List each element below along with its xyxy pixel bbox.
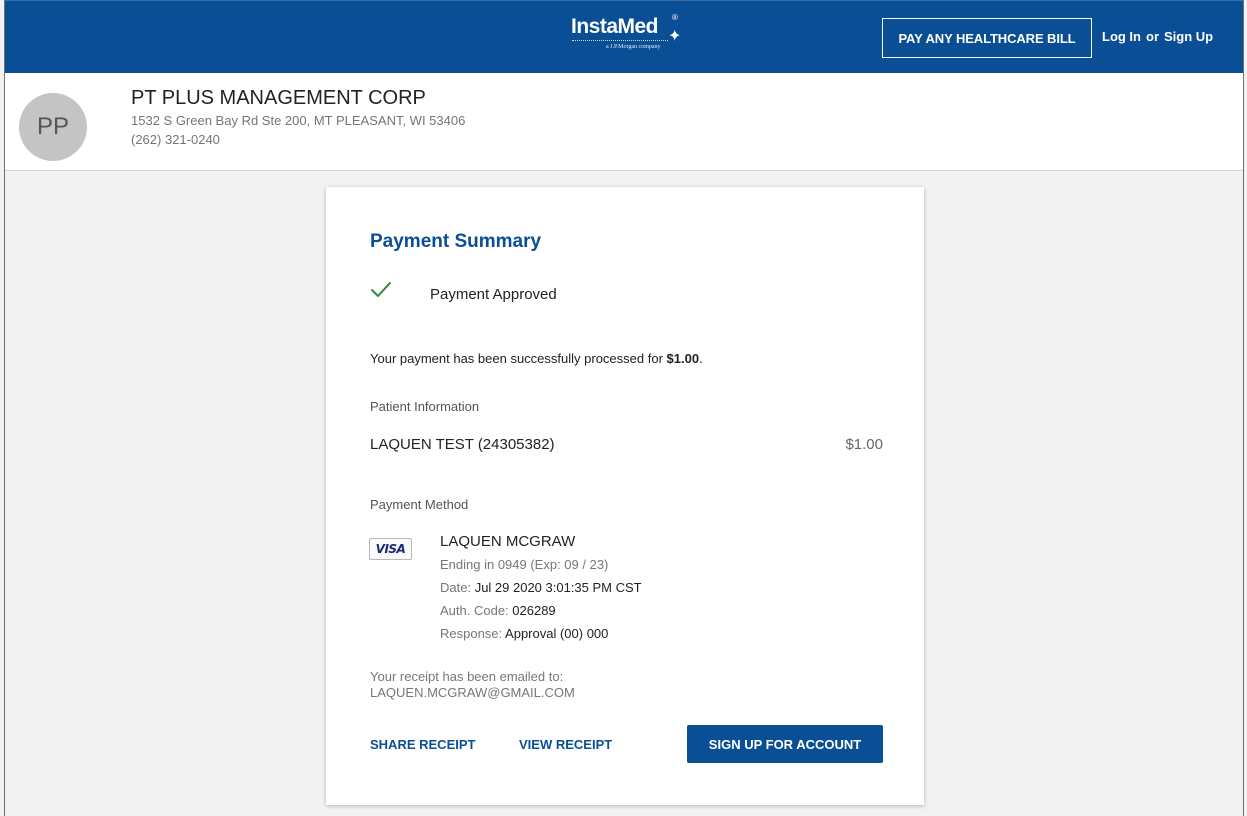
merchant-address: 1532 S Green Bay Rd Ste 200, MT PLEASANT… (131, 113, 466, 128)
response-value: Approval (00) 000 (505, 626, 609, 641)
page-frame: InstaMed ® ✦ a J.P.Morgan company PAY AN… (4, 0, 1244, 816)
auth-code: Auth. Code: 026289 (440, 603, 556, 618)
merchant-avatar: PP (19, 93, 87, 161)
login-link[interactable]: Log In (1102, 29, 1141, 44)
sparkle-icon: ✦ (668, 28, 682, 45)
share-receipt-link[interactable]: SHARE RECEIPT (370, 737, 475, 752)
or-text: or (1146, 29, 1159, 44)
payment-date: Date: Jul 29 2020 3:01:35 PM CST (440, 580, 642, 595)
patient-amount: $1.00 (845, 436, 883, 453)
card-ending: Ending in 0949 (Exp: 09 / 23) (440, 557, 609, 572)
payment-method-label: Payment Method (370, 497, 469, 512)
logo-subtitle: a J.P.Morgan company (606, 44, 661, 50)
view-receipt-link[interactable]: VIEW RECEIPT (519, 737, 612, 752)
receipt-emailed-text: Your receipt has been emailed to: (370, 669, 564, 684)
page-title: Payment Summary (370, 231, 542, 252)
date-value: Jul 29 2020 3:01:35 PM CST (474, 580, 642, 595)
response-label: Response: (440, 626, 506, 641)
check-icon (371, 282, 391, 297)
date-label: Date: (440, 580, 475, 595)
cardholder-name: LAQUEN MCGRAW (440, 533, 576, 550)
patient-info-label: Patient Information (370, 399, 480, 414)
merchant-phone: (262) 321-0240 (131, 132, 220, 147)
top-nav-bar: InstaMed ® ✦ a J.P.Morgan company PAY AN… (5, 0, 1243, 73)
auth-links: Log In or Sign Up (1102, 29, 1213, 44)
processed-text: Your payment has been successfully proce… (370, 351, 667, 366)
auth-label: Auth. Code: (440, 603, 513, 618)
pay-any-healthcare-bill-button[interactable]: PAY ANY HEALTHCARE BILL (882, 18, 1092, 58)
sign-up-for-account-button[interactable]: SIGN UP FOR ACCOUNT (687, 725, 883, 763)
logo-text: InstaMed (571, 15, 659, 38)
signup-link[interactable]: Sign Up (1164, 29, 1213, 44)
instamed-logo[interactable]: InstaMed ® ✦ a J.P.Morgan company (568, 13, 688, 55)
visa-card-icon: VISA (369, 538, 412, 560)
receipt-email: LAQUEN.MCGRAW@GMAIL.COM (370, 685, 575, 700)
processed-amount: $1.00 (666, 351, 700, 366)
patient-name: LAQUEN TEST (24305382) (370, 436, 555, 453)
logo-dots (572, 40, 668, 41)
merchant-header: PP PT PLUS MANAGEMENT CORP 1532 S Green … (5, 73, 1243, 171)
response: Response: Approval (00) 000 (440, 626, 608, 641)
trademark-icon: ® (672, 13, 678, 22)
payment-summary-card: Payment Summary Payment Approved Your pa… (326, 187, 924, 805)
auth-value: 026289 (512, 603, 556, 618)
processed-message: Your payment has been successfully proce… (370, 351, 703, 366)
period: . (699, 351, 703, 366)
payment-status: Payment Approved (430, 286, 557, 303)
merchant-name: PT PLUS MANAGEMENT CORP (131, 87, 426, 109)
